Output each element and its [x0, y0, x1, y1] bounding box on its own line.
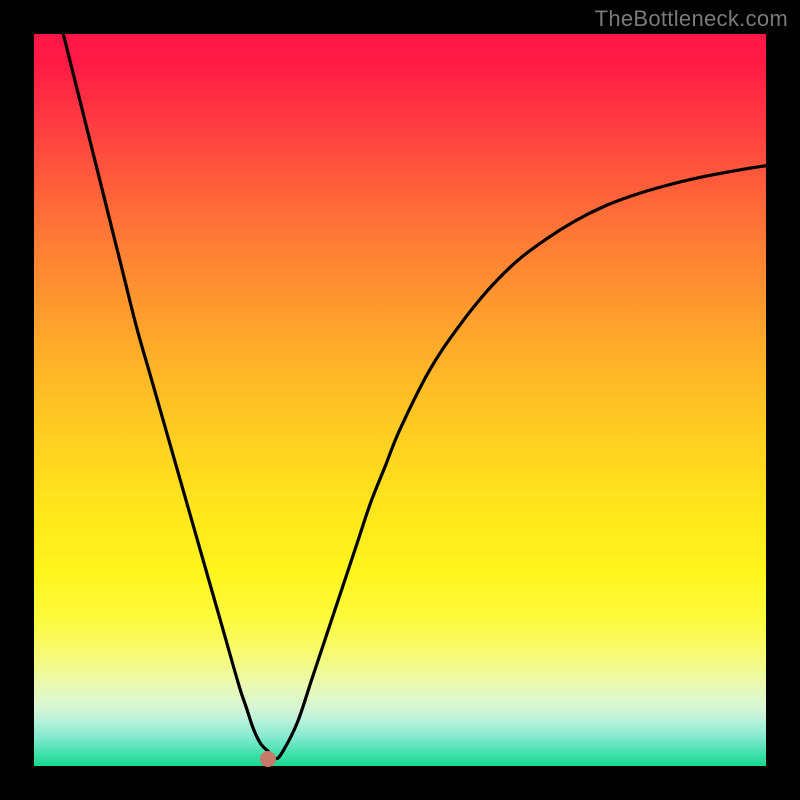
- optimal-point-marker: [260, 751, 276, 767]
- bottleneck-curve-plot: [34, 34, 766, 766]
- chart-frame: [34, 34, 766, 766]
- watermark-text: TheBottleneck.com: [595, 6, 788, 32]
- bottleneck-curve: [63, 34, 766, 759]
